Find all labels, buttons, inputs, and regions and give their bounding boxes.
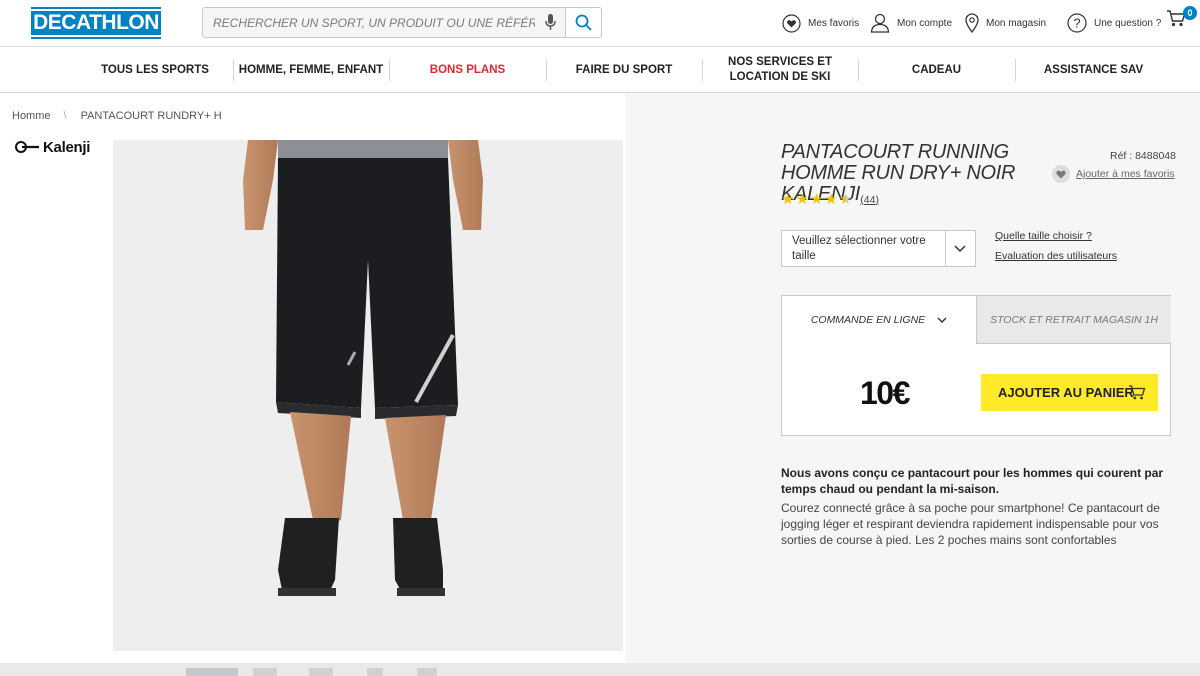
tab-online-order[interactable]: COMMANDE EN LIGNE <box>782 296 976 344</box>
account-label: Mon compte <box>897 17 953 29</box>
breadcrumb-separator: \ <box>63 110 67 122</box>
tab-store-pickup[interactable]: STOCK ET RETRAIT MAGASIN 1H <box>976 296 1171 344</box>
breadcrumb-home[interactable]: Homme <box>12 110 51 122</box>
product-price: 10€ <box>860 375 910 411</box>
breadcrumb: Homme \ PANTACOURT RUNDRY+ H <box>12 110 222 122</box>
nav-services-ski-rental[interactable]: NOS SERVICES ET LOCATION DE SKI <box>710 47 850 93</box>
nav-all-sports[interactable]: TOUS LES SPORTS <box>78 47 232 93</box>
chevron-down-icon <box>937 317 947 324</box>
star-full-icon: ★ <box>824 191 838 208</box>
size-selector[interactable]: Veuillez sélectionner votre taille <box>781 230 976 267</box>
account-link[interactable]: Mon compte <box>870 11 952 35</box>
add-to-cart-label: AJOUTER AU PANIER <box>998 385 1134 400</box>
thumbnail-strip <box>0 663 1200 676</box>
heart-icon <box>1052 165 1070 183</box>
add-to-favorites-label: Ajouter à mes favoris <box>1076 168 1175 180</box>
nav-divider <box>702 59 703 81</box>
thumbnail[interactable] <box>367 668 383 676</box>
breadcrumb-current: PANTACOURT RUNDRY+ H <box>80 110 222 122</box>
help-link[interactable]: ? Une question ? <box>1067 11 1161 35</box>
location-pin-icon <box>965 13 979 33</box>
size-guide-link[interactable]: Quelle taille choisir ? <box>995 230 1092 242</box>
help-label: Une question ? <box>1094 17 1162 29</box>
kalenji-brand-logo[interactable]: Kalenji <box>14 138 100 156</box>
star-full-icon: ★ <box>795 191 809 208</box>
search-bar <box>202 7 602 38</box>
size-selector-divider <box>945 231 946 266</box>
add-to-cart-button[interactable]: AJOUTER AU PANIER <box>981 374 1158 411</box>
star-full-icon: ★ <box>809 191 824 208</box>
microphone-icon[interactable] <box>535 8 565 37</box>
star-full-icon: ★ <box>781 191 795 208</box>
search-input[interactable] <box>203 8 535 37</box>
thumbnail[interactable] <box>186 668 238 676</box>
decathlon-logo[interactable]: DECATHLON <box>27 7 165 39</box>
store-link[interactable]: Mon magasin <box>965 11 1046 35</box>
favorites-link[interactable]: Mes favoris <box>782 11 859 35</box>
tab-online-order-label: COMMANDE EN LIGNE <box>810 314 926 326</box>
question-icon: ? <box>1067 13 1087 33</box>
user-reviews-link[interactable]: Evaluation des utilisateurs <box>995 250 1117 262</box>
user-icon <box>870 13 890 33</box>
nav-men-women-kids[interactable]: HOMME, FEMME, ENFANT <box>233 47 389 93</box>
thumbnail[interactable] <box>417 668 437 676</box>
kalenji-swoosh-icon <box>14 141 39 153</box>
logo-text: DECATHLON <box>27 9 165 37</box>
nav-deals[interactable]: BONS PLANS <box>389 47 546 93</box>
thumbnail[interactable] <box>309 668 333 676</box>
nav-gift[interactable]: CADEAU <box>858 47 1015 93</box>
purchase-box: COMMANDE EN LIGNE STOCK ET RETRAIT MAGAS… <box>781 295 1171 436</box>
cart-icon <box>1128 384 1146 404</box>
chevron-down-icon <box>953 241 967 260</box>
nav-do-sport[interactable]: FAIRE DU SPORT <box>546 47 702 93</box>
brand-name: Kalenji <box>43 138 91 156</box>
thumbnail[interactable] <box>253 668 277 676</box>
cart-count-badge: 0 <box>1183 6 1197 20</box>
star-half-icon: ★ <box>838 191 853 208</box>
search-button[interactable] <box>565 8 601 37</box>
search-icon <box>575 14 592 31</box>
description-headline: Nous avons conçu ce pantacourt pour les … <box>781 466 1164 496</box>
size-selector-label: Veuillez sélectionner votre taille <box>792 235 926 262</box>
top-header: DECATHLON Mes favoris Mon compte Mon mag… <box>0 0 1200 46</box>
heart-icon <box>782 13 801 33</box>
add-to-favorites-link[interactable]: Ajouter à mes favoris <box>1052 165 1175 183</box>
product-reference: Réf : 8488048 <box>1110 150 1176 162</box>
description-text: Courez connecté grâce à sa poche pour sm… <box>781 501 1160 547</box>
product-image[interactable] <box>113 140 623 651</box>
store-label: Mon magasin <box>986 17 1047 29</box>
favorites-label: Mes favoris <box>808 17 860 29</box>
nav-after-sales[interactable]: ASSISTANCE SAV <box>1015 47 1172 93</box>
product-rating[interactable]: ★ ★ ★ ★ ★ (44) <box>781 192 879 207</box>
svg-text:?: ? <box>1073 16 1080 31</box>
main-navigation: TOUS LES SPORTS HOMME, FEMME, ENFANT BON… <box>0 46 1200 93</box>
review-count[interactable]: (44) <box>860 194 879 206</box>
